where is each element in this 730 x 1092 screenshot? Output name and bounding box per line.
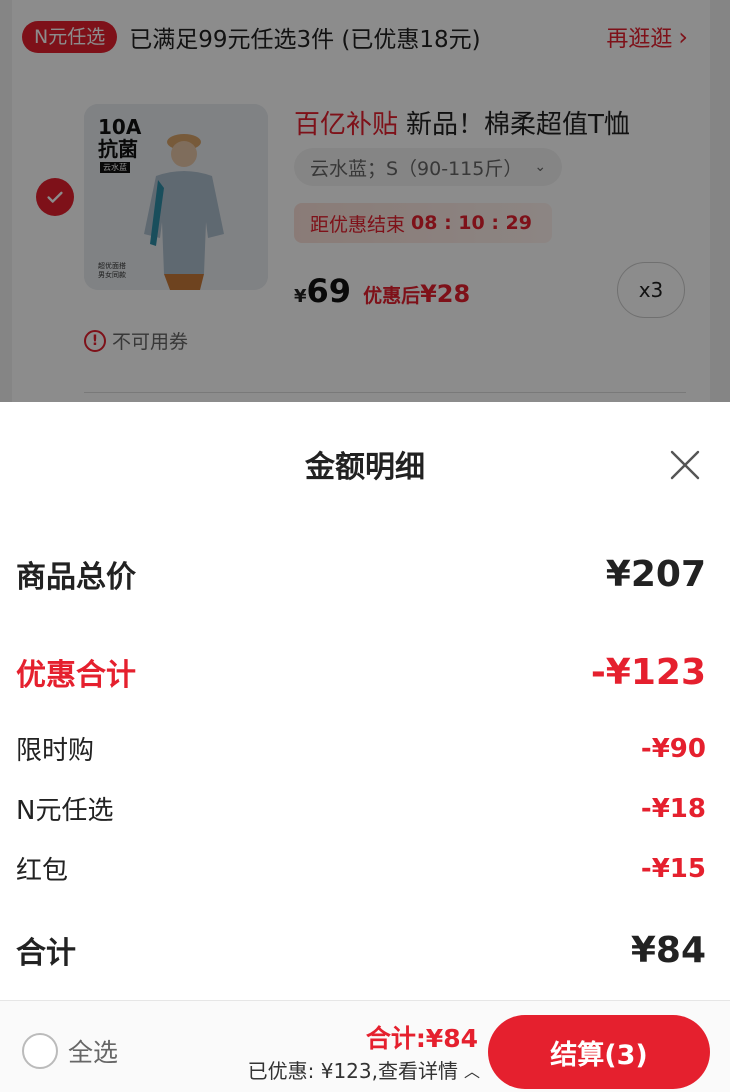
select-all-label: 全选 bbox=[68, 1038, 119, 1067]
grand-total-value: ¥84 bbox=[630, 929, 706, 971]
select-all-toggle[interactable]: 全选 bbox=[22, 1033, 118, 1069]
checkout-button[interactable]: 结算(3) bbox=[488, 1015, 710, 1089]
discount-item-value: -¥18 bbox=[640, 793, 706, 824]
discount-total-row: 优惠合计 -¥123 bbox=[16, 650, 706, 694]
discount-item-label: 限时购 bbox=[16, 736, 95, 766]
close-button[interactable] bbox=[666, 446, 704, 484]
view-details-link[interactable]: 已优惠: ¥123,查看详情 ︿ bbox=[248, 1055, 480, 1084]
discount-item-row: 红包 -¥15 bbox=[16, 850, 706, 887]
amount-detail-sheet: 金额明细 商品总价 ¥207 优惠合计 -¥123 限时购 -¥90 N元任选 … bbox=[0, 402, 730, 1000]
bar-total: 合计:¥84 bbox=[365, 1024, 478, 1053]
grand-total-row: 合计 ¥84 bbox=[16, 928, 706, 972]
goods-total-row: 商品总价 ¥207 bbox=[16, 552, 706, 596]
checkout-bar: 全选 合计:¥84 已优惠: ¥123,查看详情 ︿ 结算(3) bbox=[0, 1000, 730, 1092]
discount-item-value: -¥15 bbox=[640, 853, 706, 884]
sheet-title: 金额明细 bbox=[305, 450, 425, 485]
discount-item-label: 红包 bbox=[16, 856, 69, 886]
modal-overlay[interactable] bbox=[0, 0, 730, 402]
chevron-up-icon: ︿ bbox=[463, 1061, 480, 1081]
discount-total-label: 优惠合计 bbox=[16, 658, 136, 693]
grand-total-label: 合计 bbox=[16, 936, 76, 971]
close-icon bbox=[670, 450, 700, 480]
discount-item-label: N元任选 bbox=[16, 796, 114, 826]
select-all-radio[interactable] bbox=[22, 1033, 58, 1069]
discount-item-row: 限时购 -¥90 bbox=[16, 730, 706, 767]
goods-total-value: ¥207 bbox=[605, 553, 706, 595]
discount-item-value: -¥90 bbox=[640, 733, 706, 764]
saved-label: 已优惠: ¥123,查看详情 bbox=[247, 1059, 458, 1083]
discount-total-value: -¥123 bbox=[590, 651, 706, 693]
goods-total-label: 商品总价 bbox=[16, 560, 136, 595]
discount-item-row: N元任选 -¥18 bbox=[16, 790, 706, 827]
